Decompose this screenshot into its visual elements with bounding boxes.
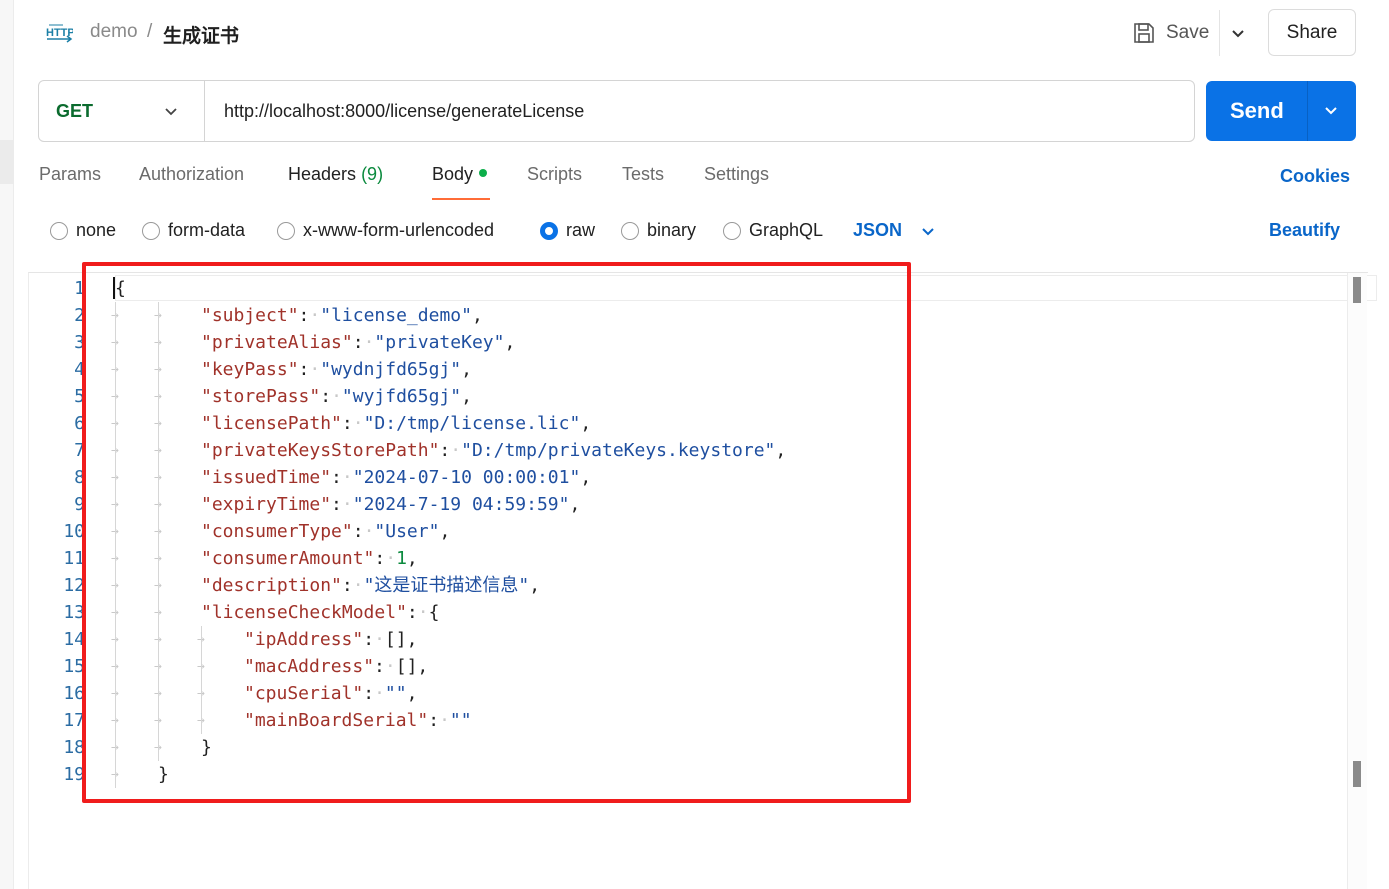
beautify-button[interactable]: Beautify: [1269, 220, 1340, 241]
radio-raw[interactable]: [540, 221, 558, 240]
line-number: 4: [74, 359, 85, 380]
chevron-down-icon: [1231, 30, 1244, 38]
option-label: binary: [647, 220, 697, 240]
active-tab-underline: [432, 198, 490, 200]
save-button[interactable]: Save: [1132, 18, 1209, 48]
line-number: 11: [63, 548, 85, 569]
option-label: none: [76, 220, 117, 240]
save-icon: [1134, 23, 1154, 43]
radio-none[interactable]: [50, 221, 68, 240]
cookies-link[interactable]: Cookies: [1280, 166, 1350, 187]
line-number: 18: [63, 737, 85, 758]
option-label: GraphQL: [749, 220, 824, 240]
body-option-urlencoded[interactable]: x-www-form-urlencoded: [277, 220, 494, 241]
line-number: 1: [74, 278, 85, 299]
body-option-form-data[interactable]: form-data: [142, 220, 245, 241]
line-number: 8: [74, 467, 85, 488]
option-label: form-data: [168, 220, 246, 240]
radio-urlencoded[interactable]: [277, 221, 295, 240]
option-label: x-www-form-urlencoded: [303, 220, 495, 240]
annotation-highlight-box: [82, 262, 911, 803]
tab-body[interactable]: Body: [432, 164, 488, 185]
radio-form-data[interactable]: [142, 221, 160, 240]
format-label: JSON: [853, 220, 903, 240]
line-number: 14: [63, 629, 85, 650]
line-number: 15: [63, 656, 85, 677]
http-icon: HTTP: [45, 22, 75, 44]
share-button[interactable]: Share: [1268, 9, 1356, 56]
line-number: 16: [63, 683, 85, 704]
scrollbar-marker: [1353, 761, 1361, 787]
url-input[interactable]: [206, 81, 1194, 141]
scrollbar-marker: [1353, 277, 1361, 303]
tab-body-label: Body: [432, 164, 474, 184]
request-title[interactable]: 生成证书: [163, 21, 239, 48]
url-bar: GET: [38, 80, 1195, 142]
save-options-dropdown[interactable]: [1219, 10, 1255, 56]
tab-headers[interactable]: Headers (9): [288, 164, 383, 185]
body-option-none[interactable]: none: [50, 220, 116, 241]
chevron-down-icon: [922, 227, 934, 235]
breadcrumb-collection[interactable]: demo: [90, 21, 138, 43]
tab-settings[interactable]: Settings: [704, 164, 769, 185]
line-number: 9: [74, 494, 85, 515]
line-number: 6: [74, 413, 85, 434]
line-number: 19: [63, 764, 85, 785]
line-number: 2: [74, 305, 85, 326]
send-divider: [1307, 81, 1308, 141]
left-sidebar-strip: [0, 0, 14, 889]
editor-scrollbar[interactable]: [1347, 273, 1367, 889]
tab-tests[interactable]: Tests: [622, 164, 664, 185]
tab-headers-label: Headers: [288, 164, 357, 184]
body-option-raw[interactable]: raw: [540, 220, 595, 241]
chevron-down-icon[interactable]: [1323, 102, 1339, 118]
line-number: 17: [63, 710, 85, 731]
radio-binary[interactable]: [621, 221, 639, 240]
tab-authorization[interactable]: Authorization: [139, 164, 244, 185]
breadcrumb-separator: /: [147, 21, 153, 42]
line-number: 13: [63, 602, 85, 623]
line-number: 12: [63, 575, 85, 596]
raw-format-select[interactable]: JSON: [853, 220, 936, 241]
body-option-binary[interactable]: binary: [621, 220, 696, 241]
line-number: 10: [63, 521, 85, 542]
headers-count: (9): [361, 164, 384, 184]
send-button[interactable]: Send: [1206, 81, 1356, 141]
radio-graphql[interactable]: [723, 221, 741, 240]
tab-params[interactable]: Params: [39, 164, 101, 185]
sidebar-active-marker: [0, 140, 14, 184]
line-number: 3: [74, 332, 85, 353]
line-number: 7: [74, 440, 85, 461]
method-select[interactable]: GET: [39, 81, 205, 141]
request-header: HTTP demo / 生成证书 Save Share: [14, 0, 1389, 66]
send-label: Send: [1230, 98, 1284, 123]
method-label: GET: [56, 101, 94, 121]
chevron-down-icon: [165, 108, 177, 116]
save-label: Save: [1166, 22, 1210, 43]
body-indicator-dot: [479, 169, 488, 177]
tab-scripts[interactable]: Scripts: [527, 164, 582, 185]
body-option-graphql[interactable]: GraphQL: [723, 220, 823, 241]
line-number: 5: [74, 386, 85, 407]
option-label: raw: [566, 220, 596, 240]
